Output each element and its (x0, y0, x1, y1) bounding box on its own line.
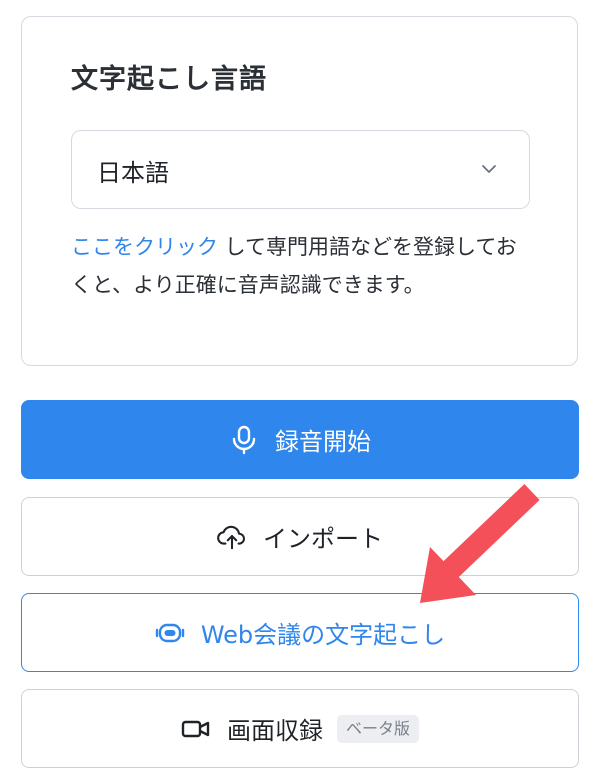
bot-icon (155, 618, 185, 648)
chevron-down-icon (482, 165, 496, 173)
import-button[interactable]: インポート (21, 497, 579, 576)
record-button-label: 録音開始 (275, 428, 371, 456)
import-button-label: インポート (263, 525, 383, 553)
language-select-value: 日本語 (97, 159, 169, 187)
web-meeting-transcription-button[interactable]: Web会議の文字起こし (21, 593, 579, 672)
beta-badge: ベータ版 (336, 714, 419, 743)
language-select[interactable]: 日本語 (71, 130, 530, 209)
video-camera-icon (181, 714, 211, 744)
microphone-icon (229, 425, 259, 455)
web-meeting-button-label: Web会議の文字起こし (200, 621, 446, 649)
register-terms-link[interactable]: ここをクリック (71, 235, 218, 259)
screen-recording-button[interactable]: 画面収録 ベータ版 (21, 689, 579, 768)
record-button[interactable]: 録音開始 (21, 400, 579, 479)
help-text: ここをクリック して専門用語などを登録しておくと、より正確に音声認識できます。 (71, 228, 521, 304)
screen-recording-button-label: 画面収録 (226, 717, 323, 745)
language-card-title: 文字起こし言語 (71, 64, 267, 95)
cloud-upload-icon (217, 522, 247, 552)
language-card: 文字起こし言語 日本語 ここをクリック して専門用語などを登録しておくと、より正… (21, 16, 578, 366)
